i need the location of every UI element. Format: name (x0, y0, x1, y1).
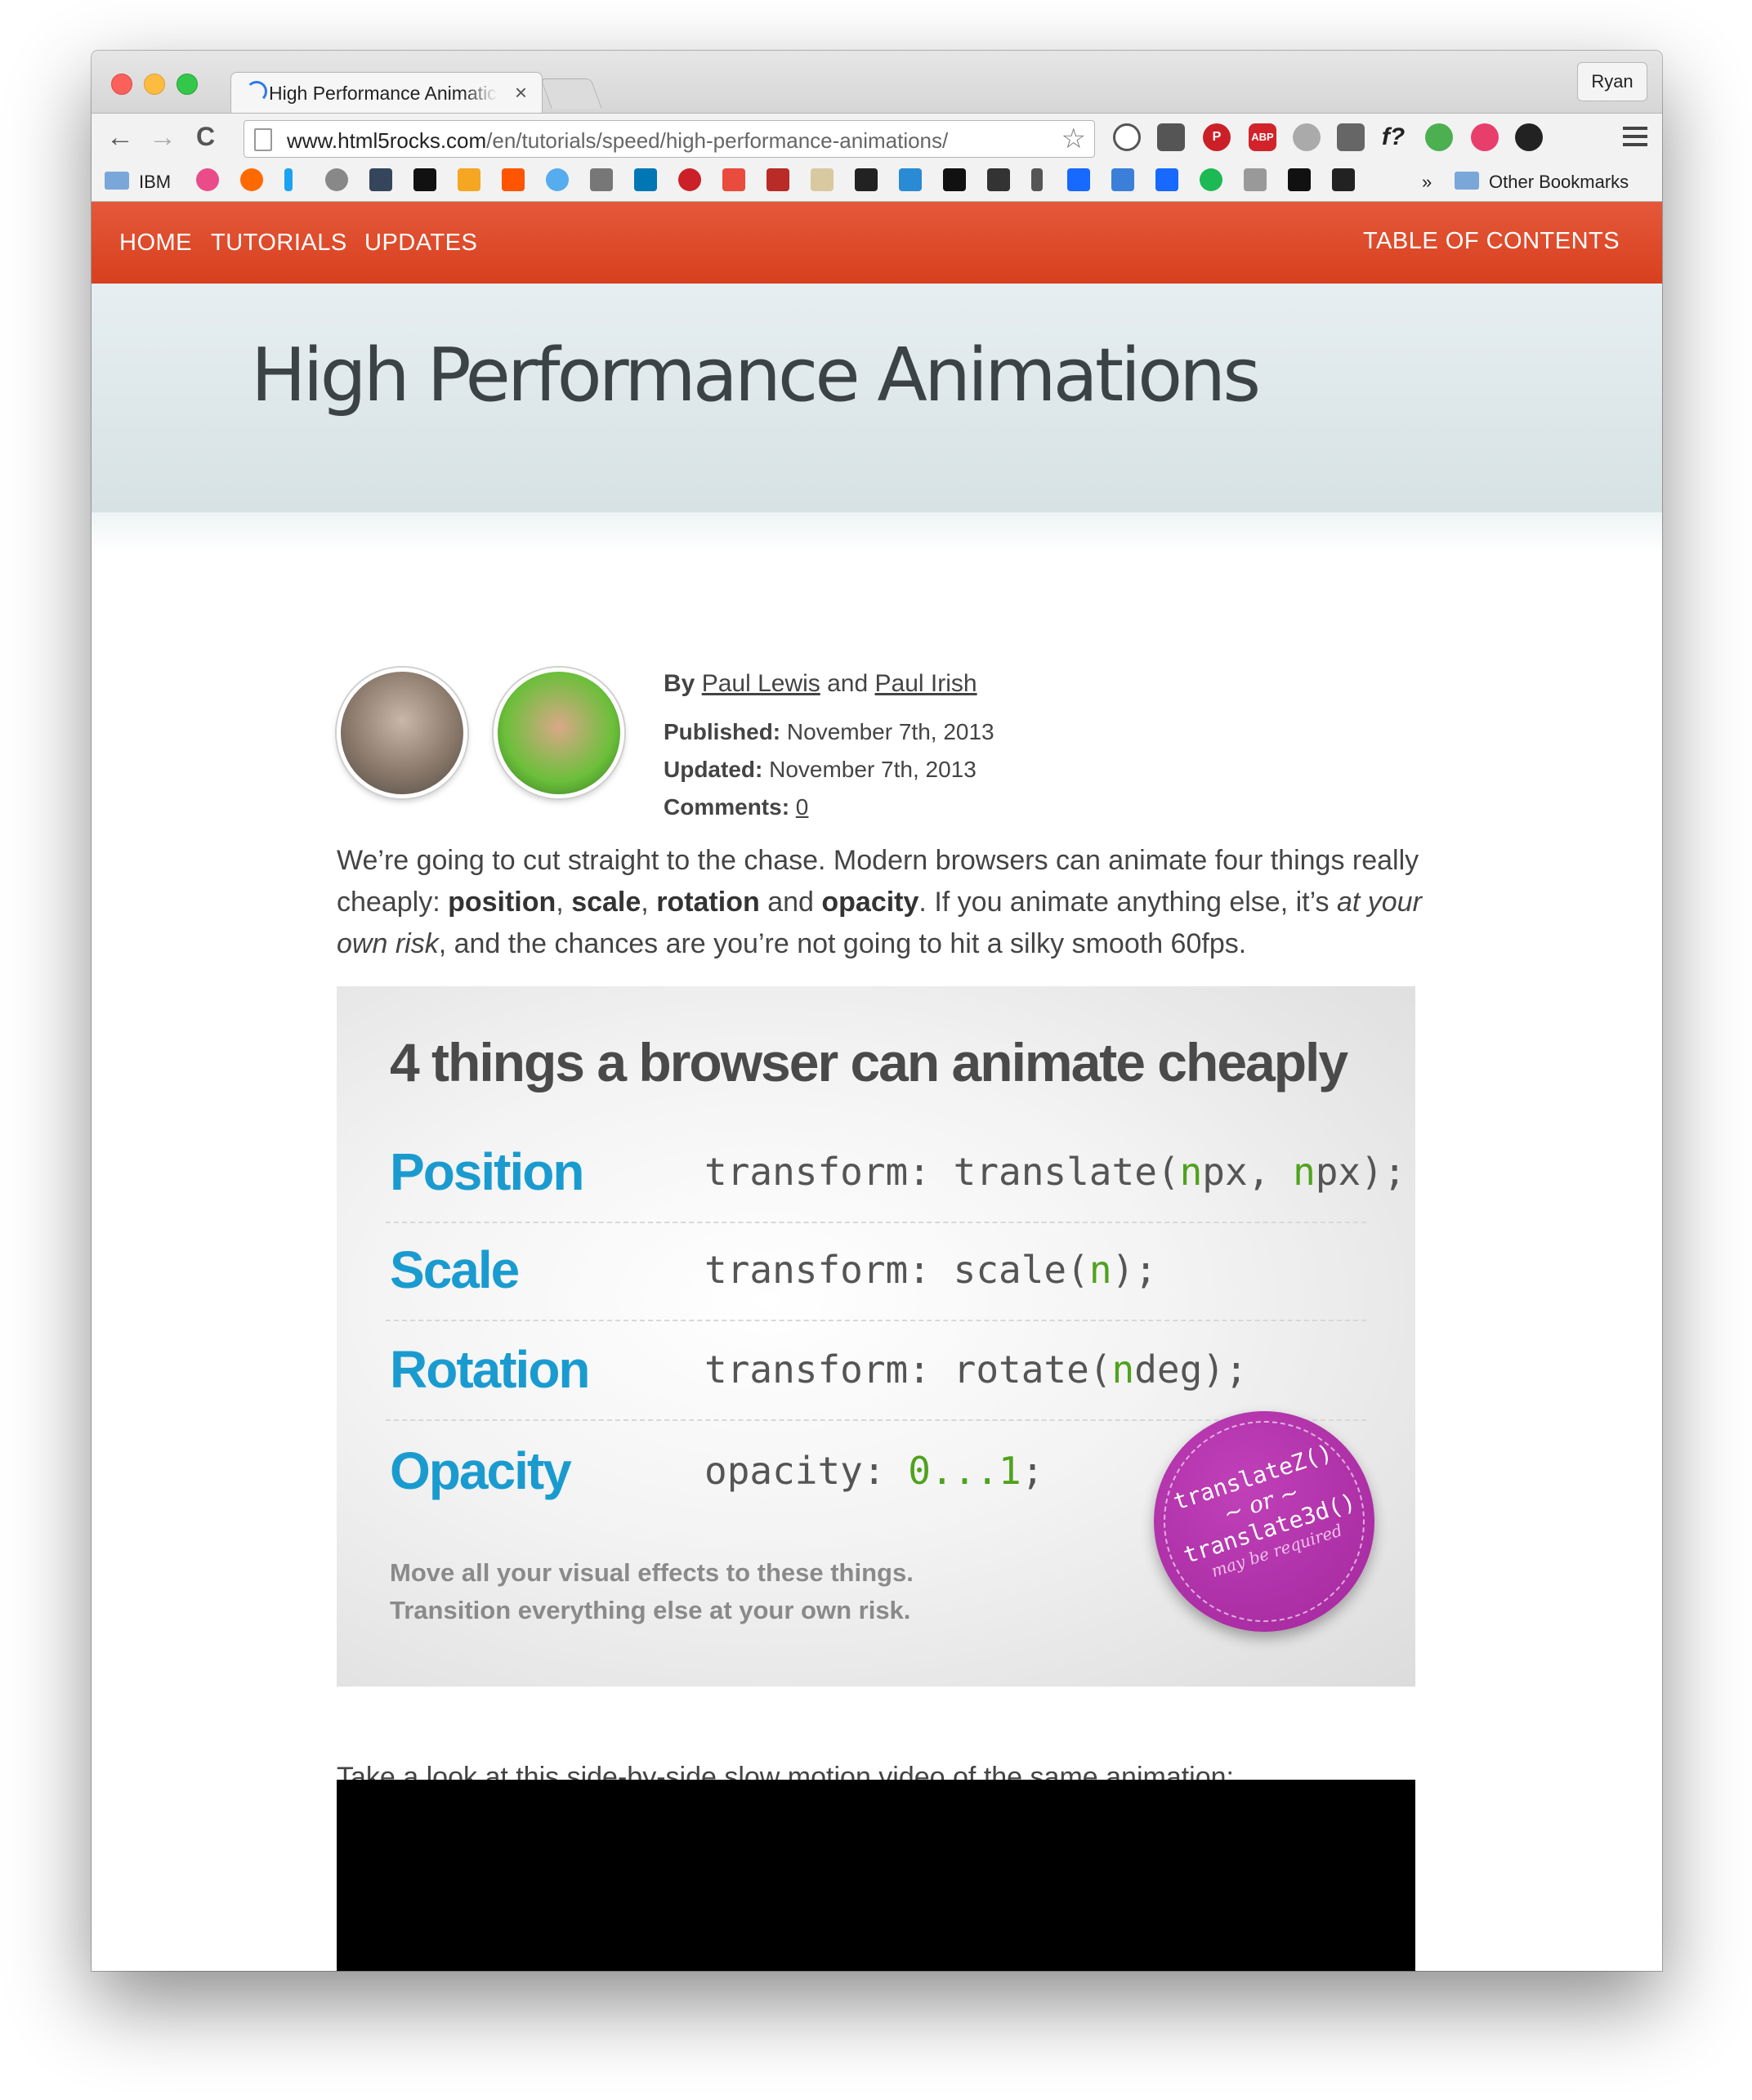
figure-note-2: Transition everything else at your own r… (390, 1596, 911, 1624)
bookmark-star-icon[interactable]: ☆ (1061, 123, 1086, 155)
toggl-icon[interactable] (1471, 123, 1499, 151)
d2-bookmark-icon[interactable] (987, 168, 1010, 191)
ghostery-icon[interactable] (1293, 123, 1321, 151)
u-bookmark-icon[interactable] (1288, 168, 1311, 191)
soundcloud-bookmark-icon[interactable] (502, 168, 525, 191)
comments-link[interactable]: 0 (796, 794, 809, 820)
pocket-icon[interactable] (1157, 123, 1185, 151)
browser-toolbar: ← → C www.html5rocks.com/en/tutorials/sp… (92, 113, 1662, 163)
g3-bookmark-icon[interactable] (1031, 168, 1043, 191)
hangouts-icon[interactable] (1425, 123, 1453, 151)
behance-bookmark-icon[interactable] (1067, 168, 1090, 191)
code-snippet: opacity: 0...1; (704, 1449, 1044, 1493)
evernote-icon[interactable] (1337, 123, 1365, 151)
pinterest-bookmark-icon[interactable] (678, 168, 701, 191)
folder-icon (105, 172, 129, 190)
g2-bookmark-icon[interactable] (855, 168, 878, 191)
g-bookmark-icon[interactable] (811, 168, 834, 191)
behance2-bookmark-icon[interactable] (1155, 168, 1178, 191)
hero-banner: High Performance Animations (92, 284, 1662, 512)
hero-fade (92, 512, 1662, 553)
spotify-bookmark-icon[interactable] (1200, 168, 1222, 191)
app-bookmark-icon[interactable] (590, 168, 613, 191)
v-bookmark-icon[interactable] (722, 168, 745, 191)
d-bookmark-icon[interactable] (943, 168, 966, 191)
site-nav: HOME TUTORIALS UPDATES TABLE OF CONTENTS (92, 202, 1662, 284)
figure-row-rotation: Rotation transform: rotate(ndeg); (386, 1323, 1366, 1421)
updated-date: Updated: November 7th, 2013 (664, 757, 977, 782)
other-bookmarks[interactable]: Other Bookmarks (1489, 172, 1629, 193)
bookmarks-overflow-icon[interactable]: » (1422, 172, 1432, 193)
intro-paragraph: We’re going to cut straight to the chase… (337, 845, 1422, 959)
bookmarks-bar: IBM » Other Bookmarks (92, 162, 1662, 202)
page-icon (254, 128, 272, 151)
figure-row-position: Position transform: translate(npx, npx); (386, 1125, 1406, 1223)
pinterest-icon[interactable]: P (1203, 123, 1231, 151)
ars-bookmark-icon[interactable] (240, 168, 263, 191)
close-window-button[interactable] (111, 74, 132, 95)
profile-button[interactable]: Ryan (1577, 62, 1647, 101)
nav-tutorials[interactable]: TUTORIALS (211, 230, 347, 257)
apple-bookmark-icon[interactable] (325, 168, 348, 191)
l-bookmark-icon[interactable] (1111, 168, 1134, 191)
forward-arrow-icon[interactable]: → (149, 122, 177, 154)
folder-icon (1455, 172, 1479, 190)
nav-updates[interactable]: UPDATES (364, 230, 477, 257)
tab-active[interactable]: High Performance Animatic × (230, 72, 543, 114)
feed-bookmark-icon[interactable] (899, 168, 922, 191)
figure-row-scale: Scale transform: scale(n); (386, 1223, 1366, 1321)
adblock-icon[interactable]: ABP (1249, 123, 1276, 151)
s-bookmark-icon[interactable] (413, 168, 436, 191)
nav-home[interactable]: HOME (119, 230, 192, 257)
author-link-paul-irish[interactable]: Paul Irish (875, 670, 977, 697)
tab-strip: High Performance Animatic × Ryan (92, 51, 1662, 114)
twitter-bookmark-icon[interactable] (546, 168, 569, 191)
byline: By Paul Lewis and Paul Irish (664, 670, 977, 697)
tab-title: High Performance Animatic (269, 83, 497, 104)
zoom-window-button[interactable] (177, 74, 198, 95)
code-snippet: transform: rotate(ndeg); (704, 1347, 1248, 1392)
code-snippet: transform: scale(n); (704, 1248, 1157, 1292)
whatfont-icon[interactable]: f? (1379, 123, 1407, 151)
octotree-icon[interactable] (1515, 123, 1543, 151)
url-text: www.html5rocks.com/en/tutorials/speed/hi… (287, 128, 949, 153)
figure-note-1: Move all your visual effects to these th… (390, 1558, 914, 1587)
nav-table-of-contents[interactable]: TABLE OF CONTENTS (1363, 228, 1620, 255)
tumblr-bookmark-icon[interactable] (369, 168, 392, 191)
address-bar[interactable]: www.html5rocks.com/en/tutorials/speed/hi… (244, 120, 1095, 158)
loading-spinner-icon (246, 81, 267, 102)
figure-title: 4 things a browser can animate cheaply (390, 1032, 1348, 1092)
divider (386, 1320, 1366, 1321)
gp-bookmark-icon[interactable] (1332, 168, 1355, 191)
video-player[interactable] (337, 1780, 1415, 1971)
minimize-window-button[interactable] (144, 74, 165, 95)
author-link-paul-lewis[interactable]: Paul Lewis (702, 670, 820, 697)
pin-bookmark-icon[interactable] (284, 168, 293, 191)
code-snippet: transform: translate(npx, npx); (704, 1150, 1406, 1194)
tab-close-icon[interactable]: × (515, 80, 527, 105)
author-avatar-paul-lewis[interactable] (337, 668, 467, 798)
browser-window: High Performance Animatic × Ryan ← → C w… (92, 51, 1662, 1971)
reload-icon[interactable]: C (196, 122, 215, 152)
extension-info-icon[interactable] (1113, 123, 1141, 151)
new-tab-button[interactable] (540, 78, 602, 109)
chrome-menu-icon[interactable] (1623, 127, 1647, 151)
headphones-bookmark-icon[interactable] (458, 168, 480, 191)
animate-cheaply-figure: 4 things a browser can animate cheaply P… (337, 986, 1415, 1687)
linkedin-bookmark-icon[interactable] (634, 168, 657, 191)
dropbox-bookmark-icon[interactable] (1244, 168, 1267, 191)
comments-count: Comments: 0 (664, 794, 809, 820)
back-arrow-icon[interactable]: ← (106, 122, 134, 154)
published-date: Published: November 7th, 2013 (664, 719, 994, 744)
bookmark-ibm[interactable]: IBM (139, 172, 171, 193)
dribbble-bookmark-icon[interactable] (196, 168, 219, 191)
quora-bookmark-icon[interactable] (766, 168, 789, 191)
page-title: High Performance Animations (251, 333, 1261, 418)
translatez-badge: translateZ() ~ or ~ translate3d() may be… (1154, 1411, 1374, 1632)
author-avatar-paul-irish[interactable] (494, 668, 624, 798)
